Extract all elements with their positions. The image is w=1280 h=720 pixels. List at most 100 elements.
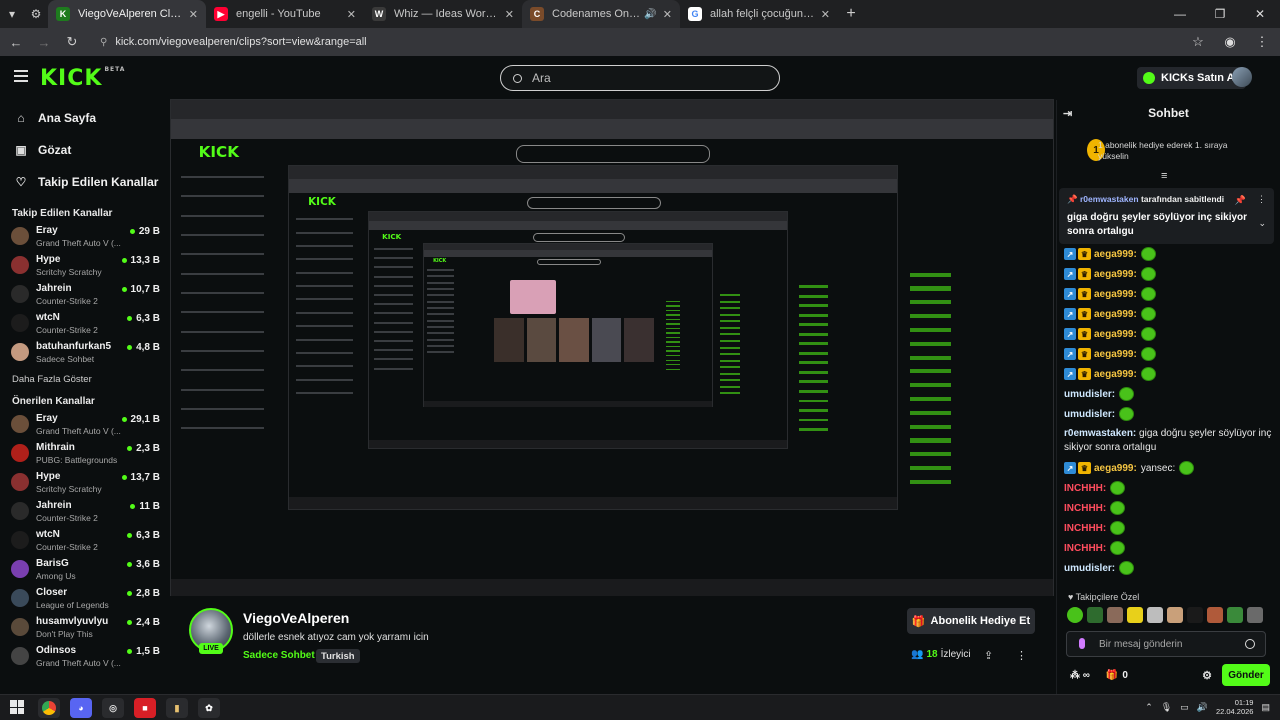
emote-icon[interactable]: [1147, 607, 1163, 623]
new-tab-icon[interactable]: +: [838, 5, 864, 23]
buy-kicks-button[interactable]: KICKs Satın Al: [1137, 67, 1246, 89]
microphone-icon[interactable]: [1079, 638, 1085, 649]
emote-icon[interactable]: [1087, 607, 1103, 623]
browser-tab-codenames[interactable]: C Codenames Online 🔊 ✕: [522, 0, 680, 28]
emote-icon[interactable]: [1107, 607, 1123, 623]
folder-icon[interactable]: ▮: [166, 698, 188, 718]
gear-icon[interactable]: ⚙: [1202, 669, 1212, 682]
sidebar-channel[interactable]: Jahrein Counter-Strike 2 10,7 B: [0, 281, 168, 310]
browser-tab-youtube[interactable]: ▶ engelli - YouTube ✕: [206, 0, 364, 28]
chat-modes-icon[interactable]: ⁂ ∞: [1070, 670, 1090, 681]
chat-username[interactable]: umudisler:: [1064, 409, 1115, 420]
stream-category[interactable]: Sadece Sohbet: [243, 650, 315, 661]
pinned-options-icon[interactable]: ⋮: [1257, 194, 1266, 205]
sidebar-channel[interactable]: BarisG Among Us 3,6 B: [0, 556, 168, 585]
volume-icon[interactable]: 🔊: [1197, 702, 1208, 713]
collapse-chat-icon[interactable]: ⇥: [1063, 107, 1072, 120]
chat-username[interactable]: INCHHH:: [1064, 523, 1106, 534]
chevron-up-icon[interactable]: ⌃: [1145, 702, 1153, 713]
network-icon[interactable]: ▭: [1180, 702, 1189, 713]
browser-tab-kick[interactable]: K ViegoVeAlperen Clips - Watch l ✕: [48, 0, 206, 28]
browser-tab-whiz[interactable]: W Whiz — Ideas Worth Sitting W ✕: [364, 0, 522, 28]
menu-icon[interactable]: [14, 70, 28, 82]
sidebar-channel[interactable]: Hype Scritchy Scratchy 13,7 B: [0, 469, 168, 498]
browser-menu-icon[interactable]: ⋮: [1250, 30, 1274, 54]
show-more-link[interactable]: Daha Fazla Göster: [0, 368, 168, 390]
emote-icon[interactable]: [1227, 607, 1243, 623]
emote-icon[interactable]: [1127, 607, 1143, 623]
chrome-icon[interactable]: [38, 698, 60, 718]
chat-username[interactable]: aega999:: [1094, 309, 1137, 320]
sidebar-channel[interactable]: Eray Grand Theft Auto V (... 29,1 B: [0, 411, 168, 440]
chat-username[interactable]: umudisler:: [1064, 389, 1115, 400]
chat-username[interactable]: umudisler:: [1064, 563, 1115, 574]
close-tab-icon[interactable]: ✕: [821, 8, 830, 21]
search-input[interactable]: Ara: [500, 65, 780, 91]
gift-subscription-button[interactable]: 🎁 Abonelik Hediye Et: [907, 608, 1035, 634]
speaker-icon[interactable]: 🔊: [644, 9, 656, 20]
sidebar-channel[interactable]: Eray Grand Theft Auto V (... 29 B: [0, 223, 168, 252]
chat-username[interactable]: aega999:: [1094, 463, 1137, 474]
sidebar-channel[interactable]: wtcN Counter-Strike 2 6,3 B: [0, 527, 168, 556]
recorder-icon[interactable]: ■: [134, 698, 156, 718]
close-tab-icon[interactable]: ✕: [663, 8, 672, 21]
close-tab-icon[interactable]: ✕: [347, 8, 356, 21]
sidebar-channel[interactable]: wtcN Counter-Strike 2 6,3 B: [0, 310, 168, 339]
emoji-picker-icon[interactable]: [1245, 639, 1255, 649]
chat-message-input[interactable]: Bir mesaj gönderin: [1066, 631, 1266, 657]
close-window-icon[interactable]: ✕: [1240, 0, 1280, 28]
steelseries-icon[interactable]: ◎: [102, 698, 124, 718]
chevron-down-icon[interactable]: ⌄: [1258, 218, 1266, 229]
extension-icon[interactable]: ◉: [1218, 30, 1242, 54]
kicks-balance[interactable]: 🎁 0: [1106, 670, 1128, 681]
chat-username[interactable]: INCHHH:: [1064, 483, 1106, 494]
clock[interactable]: 01:19 22.04.2026: [1216, 698, 1254, 716]
chat-username[interactable]: aega999:: [1094, 349, 1137, 360]
sidebar-channel[interactable]: Mithrain PUBG: Battlegrounds 2,3 B: [0, 440, 168, 469]
emote-icon[interactable]: [1167, 607, 1183, 623]
back-icon[interactable]: ←: [4, 30, 28, 54]
chat-username[interactable]: aega999:: [1094, 249, 1137, 260]
discord-icon[interactable]: ◕: [70, 698, 92, 718]
bookmark-star-icon[interactable]: ☆: [1186, 30, 1210, 54]
close-tab-icon[interactable]: ✕: [189, 8, 198, 21]
send-button[interactable]: Gönder: [1222, 664, 1270, 686]
stream-tag[interactable]: Turkish: [316, 649, 360, 663]
minimize-icon[interactable]: —: [1160, 0, 1200, 28]
nav-home[interactable]: ⌂ Ana Sayfa: [0, 102, 168, 134]
streamer-name[interactable]: ViegoVeAlperen: [243, 610, 349, 626]
emote-icon[interactable]: [1067, 607, 1083, 623]
kick-logo[interactable]: KICK BETA: [40, 66, 125, 91]
browser-tab-google[interactable]: G allah felçli çocuğun dualarına c ✕: [680, 0, 838, 28]
notifications-icon[interactable]: ▤: [1261, 702, 1270, 713]
sidebar-channel[interactable]: Hype Scritchy Scratchy 13,3 B: [0, 252, 168, 281]
tab-search-icon[interactable]: ▾: [0, 0, 24, 28]
chat-username[interactable]: aega999:: [1094, 329, 1137, 340]
unpin-icon[interactable]: 📌: [1235, 195, 1246, 206]
chat-settings-icon[interactable]: ≡: [1161, 170, 1167, 182]
chat-username[interactable]: r0emwastaken:: [1064, 428, 1136, 439]
nav-browse[interactable]: ▣ Gözat: [0, 134, 168, 166]
user-avatar[interactable]: [1232, 67, 1252, 87]
more-options-icon[interactable]: ⋮: [1016, 649, 1027, 662]
emote-icon[interactable]: [1187, 607, 1203, 623]
browser-settings-icon[interactable]: ⚙: [24, 0, 48, 28]
reload-icon[interactable]: ↻: [60, 30, 84, 54]
maximize-icon[interactable]: ❐: [1200, 0, 1240, 28]
url-field[interactable]: ⚲ kick.com/viegovealperen/clips?sort=vie…: [92, 31, 1242, 53]
chat-username[interactable]: aega999:: [1094, 269, 1137, 280]
windows-start-icon[interactable]: [10, 700, 24, 714]
close-tab-icon[interactable]: ✕: [505, 8, 514, 21]
pinned-by-user[interactable]: r0emwastaken: [1080, 194, 1139, 204]
chat-username[interactable]: INCHHH:: [1064, 503, 1106, 514]
sidebar-channel[interactable]: husamvlyuvlyu Don't Play This 2,4 B: [0, 614, 168, 643]
game-launcher-icon[interactable]: ✿: [198, 698, 220, 718]
sidebar-channel[interactable]: Jahrein Counter-Strike 2 11 B: [0, 498, 168, 527]
share-icon[interactable]: ⇪: [984, 649, 993, 662]
microphone-tray-icon[interactable]: 🎙: [1161, 702, 1172, 713]
sidebar-channel[interactable]: Closer League of Legends 2,8 B: [0, 585, 168, 614]
chat-username[interactable]: aega999:: [1094, 369, 1137, 380]
sidebar-channel[interactable]: Odinsos Grand Theft Auto V (... 1,5 B: [0, 643, 168, 672]
forward-icon[interactable]: →: [32, 30, 56, 54]
emote-icon[interactable]: [1207, 607, 1223, 623]
